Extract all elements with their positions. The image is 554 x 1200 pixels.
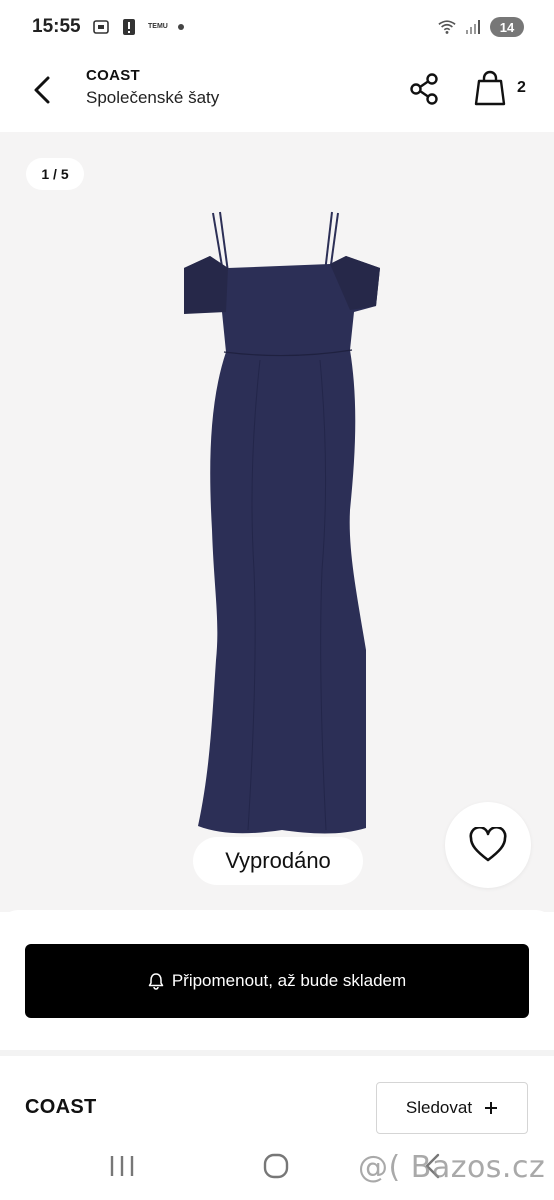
home-icon [263, 1153, 289, 1179]
status-bar: 15:55 TEMU 14 [0, 0, 554, 58]
favorite-button[interactable] [445, 802, 531, 888]
system-status: 14 [438, 17, 524, 37]
follow-label: Sledovat [405, 1098, 473, 1117]
back-button[interactable] [28, 72, 60, 108]
status-time: 15:55 [32, 16, 81, 37]
home-button[interactable] [262, 1152, 290, 1185]
section-divider [0, 1050, 554, 1056]
watermark-logo: @( Bazos.cz [358, 1150, 546, 1185]
product-brand: COAST [86, 67, 140, 84]
brand-name: COAST [25, 1096, 97, 1118]
battery-indicator: 14 [490, 17, 524, 37]
notification-icons: TEMU [92, 18, 184, 36]
screenshot-icon [92, 18, 110, 36]
recent-apps-button[interactable] [108, 1152, 136, 1185]
product-category: Společenské šaty [86, 88, 220, 107]
image-counter: 1 / 5 [26, 158, 84, 190]
notify-label: Připomenout, až bude skladem [171, 971, 407, 990]
follow-brand-button[interactable]: Sledovat [376, 1082, 528, 1134]
cart-count-badge: 2 [517, 79, 526, 96]
cart-button[interactable] [470, 68, 510, 108]
share-button[interactable] [407, 72, 443, 106]
app-header: COAST Společenské šaty 2 [0, 58, 554, 130]
notify-when-in-stock-button[interactable]: Připomenout, až bude skladem [25, 944, 529, 1018]
product-photo [184, 211, 380, 834]
wifi-icon [438, 18, 456, 36]
sold-out-badge: Vyprodáno [193, 837, 363, 885]
more-notifications-icon [177, 24, 184, 30]
signal-icon [464, 18, 482, 36]
share-icon [410, 73, 438, 105]
recent-apps-icon [110, 1156, 134, 1176]
temu-app-icon: TEMU [148, 23, 168, 30]
plus-icon [485, 1102, 498, 1114]
alert-icon [120, 18, 138, 36]
shopping-bag-icon [474, 70, 506, 106]
bell-icon [148, 973, 164, 990]
chevron-left-icon [34, 76, 50, 104]
heart-icon [469, 827, 507, 862]
product-image-gallery[interactable]: 1 / 5 Vyprodáno [0, 132, 554, 912]
